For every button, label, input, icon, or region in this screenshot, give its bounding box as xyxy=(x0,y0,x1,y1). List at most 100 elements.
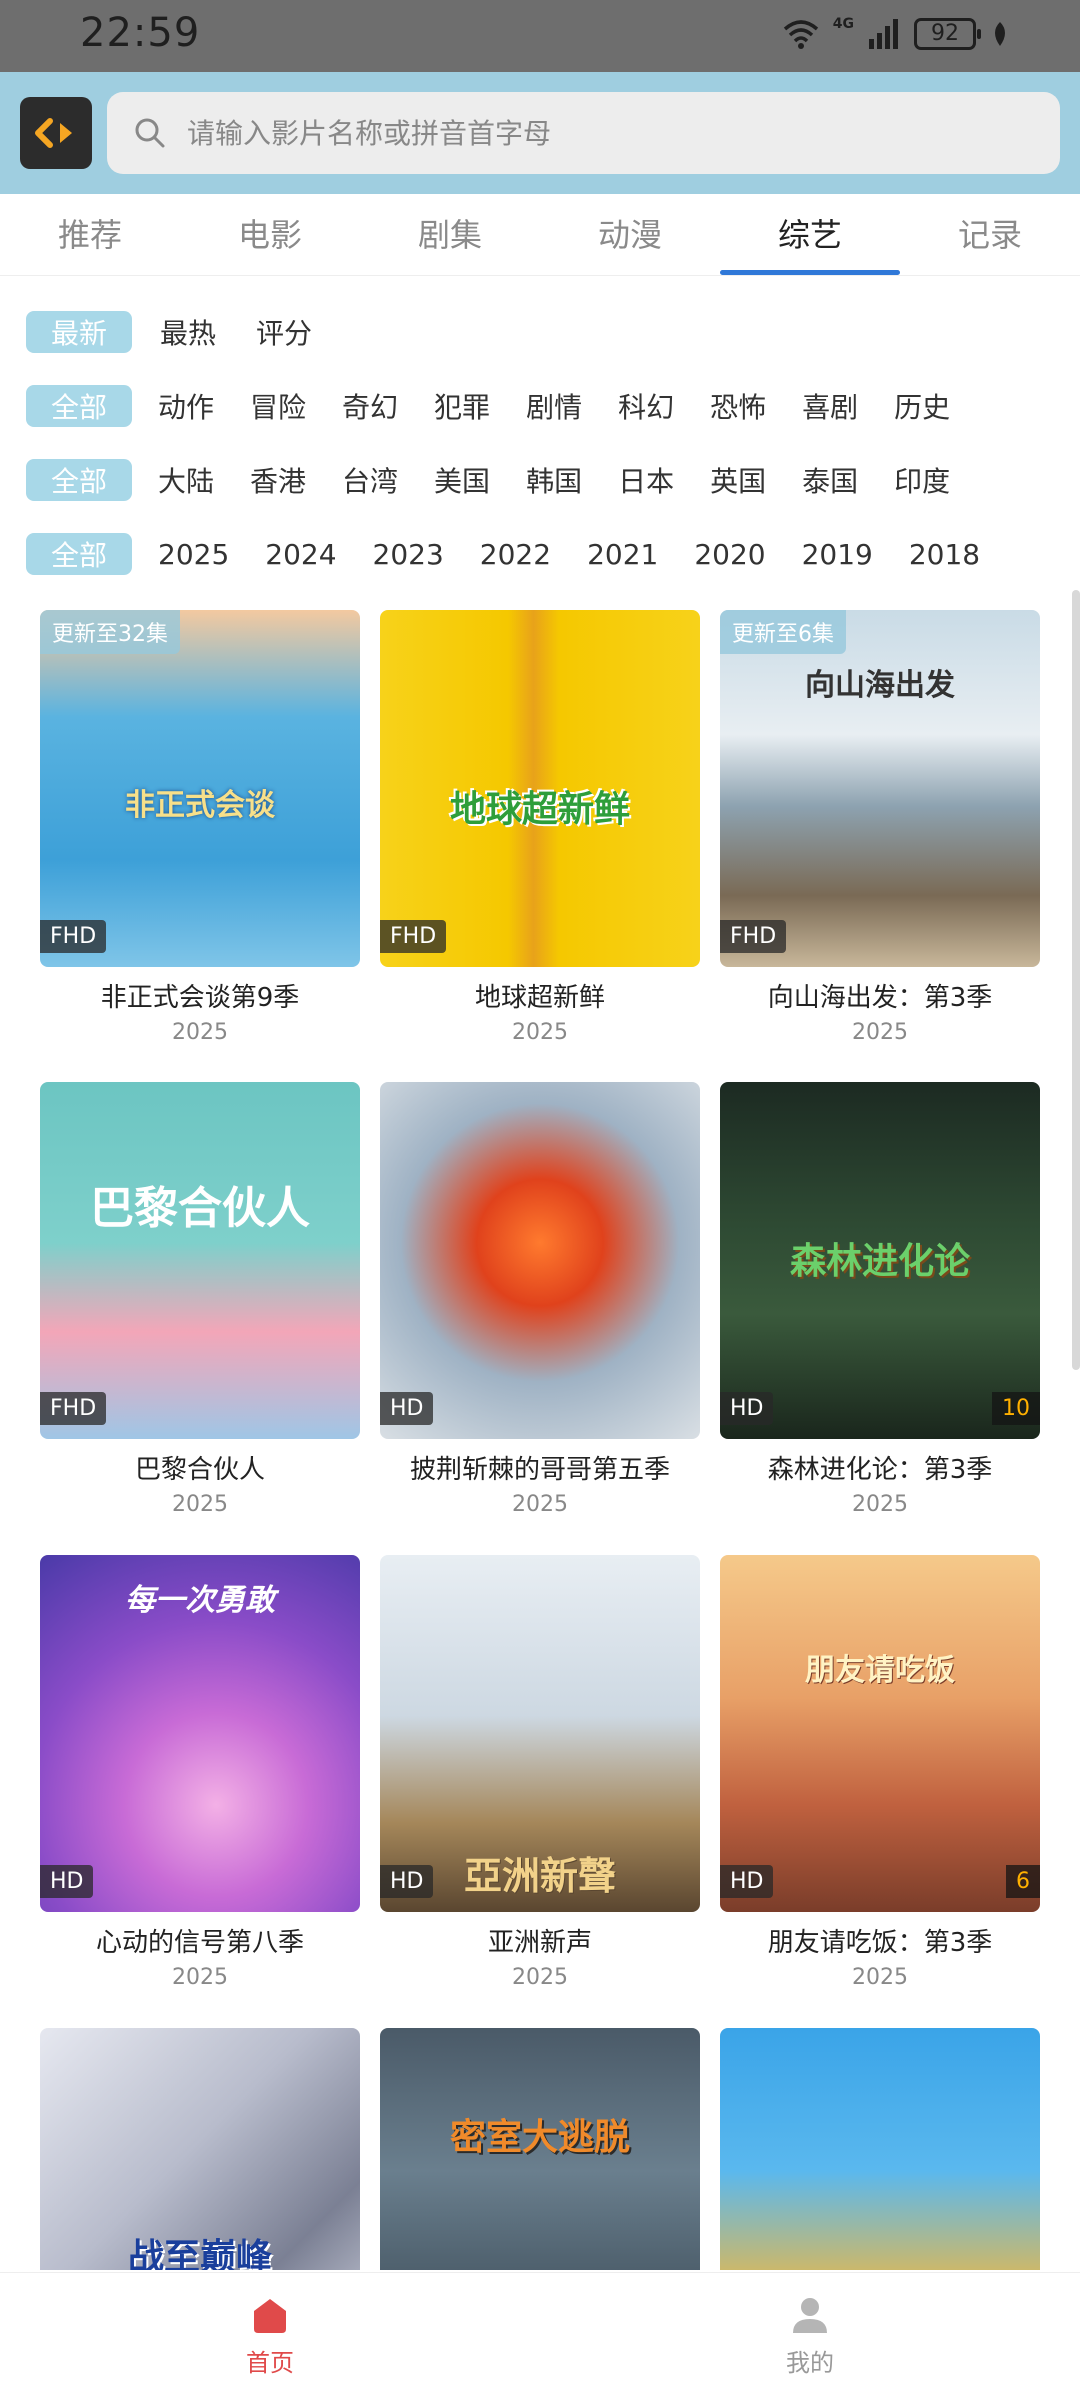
nav-home-label: 首页 xyxy=(246,2349,294,2377)
show-title: 非正式会谈第9季 xyxy=(100,983,300,1013)
genre-option[interactable]: 科幻 xyxy=(600,386,692,426)
poster-image: 非正式会谈 更新至32集 FHD xyxy=(40,610,360,967)
show-card[interactable]: 亞洲新聲 HD 亚洲新声 2025 xyxy=(380,1555,700,1990)
year-option[interactable]: 2021 xyxy=(569,538,676,571)
quality-badge: FHD xyxy=(380,920,447,953)
update-badge: 更新至32集 xyxy=(40,610,180,654)
year-option[interactable]: 2019 xyxy=(784,538,891,571)
show-title: 心动的信号第八季 xyxy=(95,1928,304,1958)
year-all-chip[interactable]: 全部 xyxy=(26,533,132,575)
sort-option-hot[interactable]: 最热 xyxy=(140,312,236,352)
sort-selected-chip[interactable]: 最新 xyxy=(26,311,132,353)
show-title: 亚洲新声 xyxy=(487,1928,592,1958)
poster-text: 非正式会谈 xyxy=(125,788,275,823)
episode-count-badge: 6 xyxy=(1006,1865,1040,1898)
show-card[interactable]: 向山海出发 更新至6集 FHD 向山海出发：第3季 2025 xyxy=(720,610,1040,1045)
signal-icon xyxy=(869,19,898,49)
app-logo[interactable] xyxy=(20,97,92,169)
battery-icon: 92 xyxy=(914,18,981,50)
region-option[interactable]: 香港 xyxy=(232,460,324,500)
show-card[interactable]: 密室大逃脱 xyxy=(380,2028,700,2270)
show-card[interactable]: 战至巅峰 xyxy=(40,2028,360,2270)
year-option[interactable]: 2018 xyxy=(891,538,998,571)
poster-image: 巴黎合伙人 FHD xyxy=(40,1082,360,1439)
region-option[interactable]: 美国 xyxy=(416,460,508,500)
sort-option-rating[interactable]: 评分 xyxy=(236,312,332,352)
show-card[interactable]: 朋友请吃饭 HD 6 朋友请吃饭：第3季 2025 xyxy=(720,1555,1040,1990)
quality-badge: FHD xyxy=(40,1392,107,1425)
region-option[interactable]: 日本 xyxy=(600,460,692,500)
genre-option[interactable]: 冒险 xyxy=(232,386,324,426)
quality-badge: HD xyxy=(380,1392,434,1425)
year-option[interactable]: 2024 xyxy=(247,538,354,571)
show-card[interactable]: 地球超新鲜 FHD 地球超新鲜 2025 xyxy=(380,610,700,1045)
genre-all-chip[interactable]: 全部 xyxy=(26,385,132,427)
poster-text: 森林进化论 xyxy=(789,1241,970,1282)
region-option[interactable]: 英国 xyxy=(692,460,784,500)
show-year: 2025 xyxy=(852,1965,908,1990)
poster-image: 战至巅峰 xyxy=(40,2028,360,2270)
episode-count-badge: 10 xyxy=(992,1392,1040,1425)
quality-badge: FHD xyxy=(720,920,787,953)
genre-option[interactable]: 犯罪 xyxy=(416,386,508,426)
tab-movies[interactable]: 电影 xyxy=(180,194,360,275)
show-card[interactable]: HD 披荆斩棘的哥哥第五季 2025 xyxy=(380,1082,700,1517)
poster-image: HD xyxy=(380,1082,700,1439)
genre-option[interactable]: 喜剧 xyxy=(784,386,876,426)
region-all-chip[interactable]: 全部 xyxy=(26,459,132,501)
show-card[interactable]: 非正式会谈 更新至32集 FHD 非正式会谈第9季 2025 xyxy=(40,610,360,1045)
poster-image: 亞洲新聲 HD xyxy=(380,1555,700,1912)
show-card[interactable]: 森林进化论 HD 10 森林进化论：第3季 2025 xyxy=(720,1082,1040,1517)
show-card[interactable] xyxy=(720,2028,1040,2270)
poster-text: 巴黎合伙人 xyxy=(90,1183,310,1234)
poster-text: 战至巅峰 xyxy=(127,2237,272,2270)
tab-series[interactable]: 剧集 xyxy=(360,194,540,275)
leaf-icon xyxy=(995,22,1005,46)
genre-option[interactable]: 恐怖 xyxy=(692,386,784,426)
poster-image: 每一次勇敢 HD xyxy=(40,1555,360,1912)
region-option[interactable]: 印度 xyxy=(876,460,968,500)
region-option[interactable]: 泰国 xyxy=(784,460,876,500)
tab-documentary[interactable]: 记录 xyxy=(900,194,1080,275)
show-title: 森林进化论：第3季 xyxy=(767,1455,993,1485)
genre-option[interactable]: 历史 xyxy=(876,386,968,426)
show-title: 朋友请吃饭：第3季 xyxy=(767,1928,993,1958)
status-bar: 22:59 4G 92 xyxy=(0,0,1080,72)
poster-image xyxy=(720,2028,1040,2270)
quality-badge: HD xyxy=(720,1865,774,1898)
poster-image: 地球超新鲜 FHD xyxy=(380,610,700,967)
search-input[interactable] xyxy=(187,116,1007,150)
region-option[interactable]: 大陆 xyxy=(140,460,232,500)
show-year: 2025 xyxy=(512,1965,568,1990)
nav-home[interactable]: 首页 xyxy=(0,2273,540,2400)
show-card[interactable]: 每一次勇敢 HD 心动的信号第八季 2025 xyxy=(40,1555,360,1990)
network-type: 4G xyxy=(832,16,854,32)
tab-variety[interactable]: 综艺 xyxy=(720,194,900,275)
year-option[interactable]: 2020 xyxy=(676,538,783,571)
year-option[interactable]: 2025 xyxy=(140,538,247,571)
year-option[interactable]: 2022 xyxy=(462,538,569,571)
genre-option[interactable]: 动作 xyxy=(140,386,232,426)
region-filter-row: 全部 大陆 香港 台湾 美国 韩国 日本 英国 泰国 印度 xyxy=(26,458,1080,502)
show-year: 2025 xyxy=(172,1965,228,1990)
quality-badge: HD xyxy=(40,1865,94,1898)
nav-profile[interactable]: 我的 xyxy=(540,2273,1080,2400)
genre-option[interactable]: 奇幻 xyxy=(324,386,416,426)
show-title: 巴黎合伙人 xyxy=(134,1455,265,1485)
tab-recommend[interactable]: 推荐 xyxy=(0,194,180,275)
status-time: 22:59 xyxy=(80,10,201,56)
update-badge: 更新至6集 xyxy=(720,610,846,654)
show-year: 2025 xyxy=(852,1020,908,1045)
bottom-nav: 首页 我的 xyxy=(0,2272,1080,2400)
show-card[interactable]: 巴黎合伙人 FHD 巴黎合伙人 2025 xyxy=(40,1082,360,1517)
region-option[interactable]: 韩国 xyxy=(508,460,600,500)
genre-option[interactable]: 剧情 xyxy=(508,386,600,426)
year-option[interactable]: 2023 xyxy=(355,538,462,571)
region-option[interactable]: 台湾 xyxy=(324,460,416,500)
quality-badge: FHD xyxy=(40,920,107,953)
sort-filter-row: 最新 最热 评分 xyxy=(26,310,1080,354)
quality-badge: HD xyxy=(380,1865,434,1898)
search-bar[interactable] xyxy=(107,92,1060,174)
tab-anime[interactable]: 动漫 xyxy=(540,194,720,275)
user-icon xyxy=(793,2298,827,2333)
